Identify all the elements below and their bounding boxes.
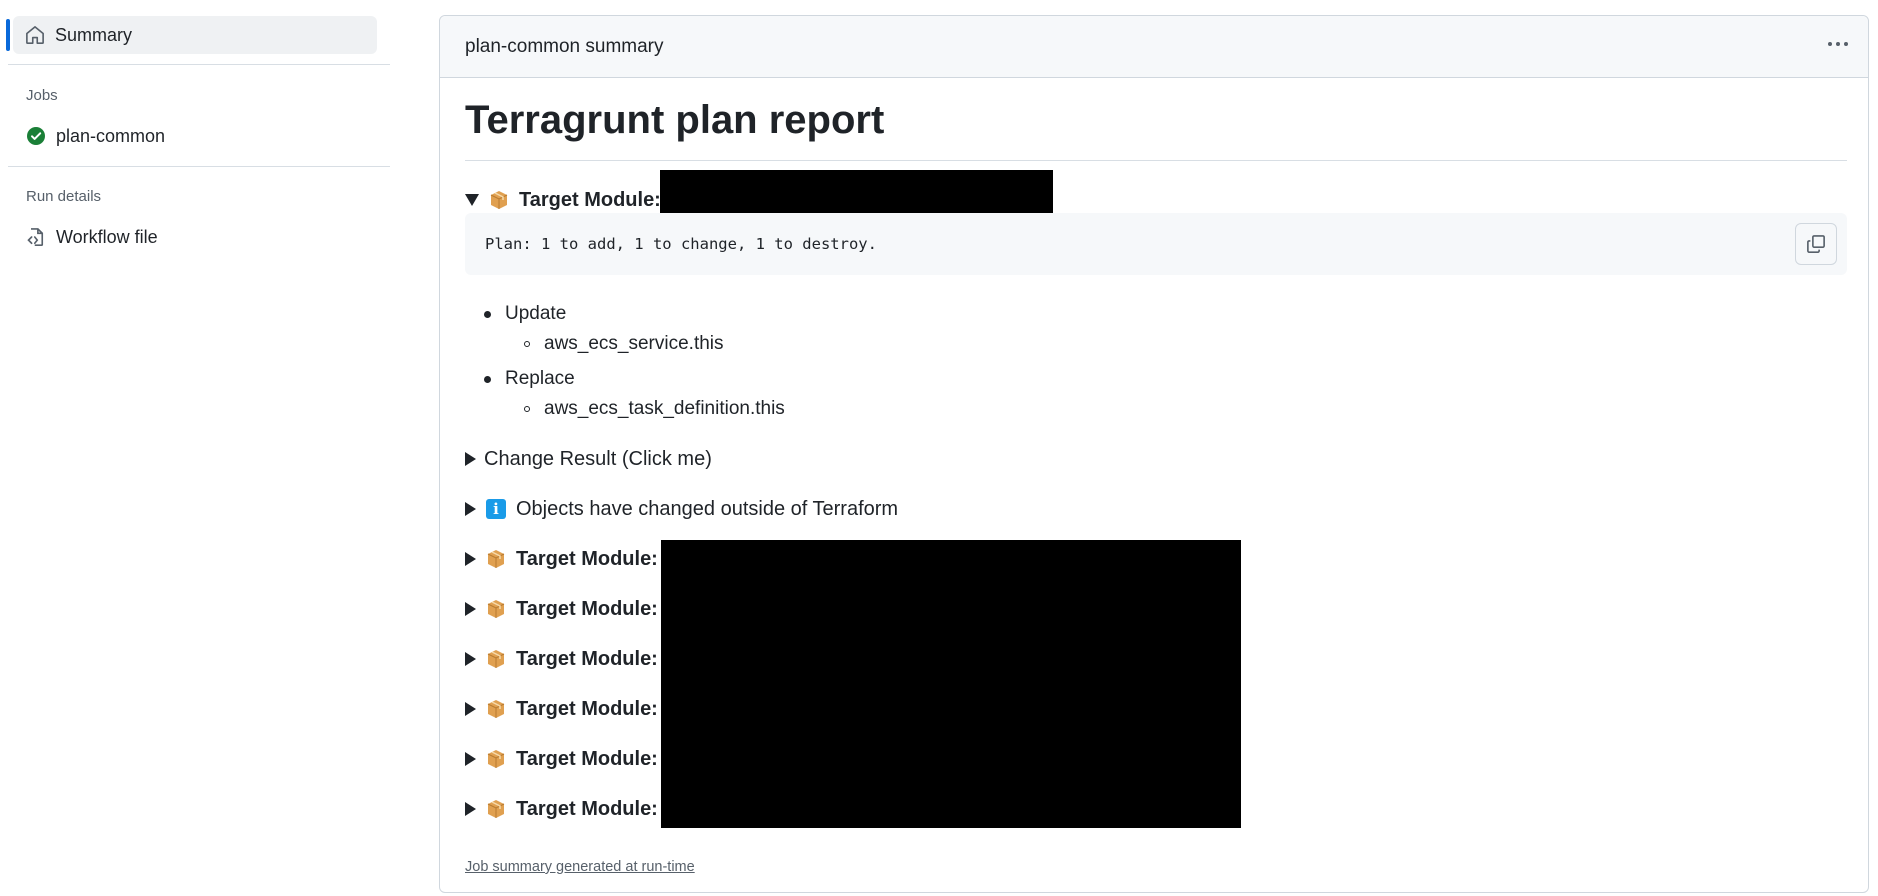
sidebar-item-label: Workflow file (56, 226, 158, 247)
triangle-right-icon (465, 452, 476, 466)
module-label: Target Module: (516, 547, 658, 570)
change-result-toggle[interactable]: Change Result (Click me) (465, 446, 712, 472)
package-icon (487, 750, 505, 768)
resource-name: aws_ecs_service.this (544, 333, 724, 354)
module-label: Target Module: (516, 597, 658, 620)
triangle-right-icon (465, 552, 476, 566)
list-item: aws_ecs_service.this (524, 333, 724, 355)
sub-bullet (524, 341, 530, 347)
triangle-right-icon (465, 652, 476, 666)
title-divider (465, 160, 1847, 161)
module-toggle[interactable]: Target Module: (465, 696, 658, 722)
module-toggle-expanded[interactable]: Target Module: (465, 187, 661, 213)
outside-changes-label: Objects have changed outside of Terrafor… (516, 497, 899, 520)
module-toggle[interactable]: Target Module: (465, 796, 658, 822)
plan-code-block: Plan: 1 to add, 1 to change, 1 to destro… (465, 213, 1847, 275)
module-toggle[interactable]: Target Module: (465, 646, 658, 672)
redacted-module-name (660, 170, 1053, 216)
sidebar-item-summary[interactable]: Summary (6, 16, 377, 54)
jobs-section-title: Jobs (26, 87, 58, 104)
active-indicator (6, 19, 10, 51)
divider (8, 166, 390, 167)
job-summary-link[interactable]: Job summary generated at run-time (465, 859, 695, 875)
triangle-right-icon (465, 702, 476, 716)
redacted-module-names (661, 540, 1241, 828)
card-header: plan-common summary (440, 16, 1868, 78)
check-circle-icon (26, 126, 46, 146)
kebab-horizontal-icon[interactable] (1824, 32, 1852, 56)
module-label: Target Module: (516, 647, 658, 670)
list-item: Update (484, 303, 566, 325)
module-label: Target Module: (516, 747, 658, 770)
divider (8, 64, 390, 65)
module-label: Target Module: (519, 188, 661, 211)
triangle-right-icon (465, 502, 476, 516)
copy-button[interactable] (1795, 223, 1837, 265)
sidebar-item-plan-common[interactable]: plan-common (26, 123, 165, 149)
package-icon (487, 600, 505, 618)
change-action: Replace (505, 368, 575, 389)
bullet (484, 310, 491, 318)
package-icon (487, 800, 505, 818)
report-title: Terragrunt plan report (465, 98, 885, 142)
package-icon (490, 191, 508, 209)
sub-bullet (524, 406, 530, 412)
copy-icon (1807, 235, 1825, 253)
bullet (484, 375, 491, 383)
module-toggle[interactable]: Target Module: (465, 546, 658, 572)
home-icon (25, 25, 45, 45)
run-details-section-title: Run details (26, 188, 102, 205)
change-result-label: Change Result (Click me) (484, 447, 712, 470)
package-icon (487, 550, 505, 568)
summary-card: plan-common summary Terragrunt plan repo… (439, 15, 1869, 893)
job-label: plan-common (56, 125, 166, 146)
change-action: Update (505, 303, 567, 324)
plan-text: Plan: 1 to add, 1 to change, 1 to destro… (485, 235, 877, 253)
resource-name: aws_ecs_task_definition.this (544, 398, 785, 419)
module-toggle[interactable]: Target Module: (465, 596, 658, 622)
module-label: Target Module: (516, 697, 658, 720)
sidebar-item-workflow-file[interactable]: Workflow file (26, 224, 158, 250)
sidebar-item-label: Summary (55, 24, 133, 45)
info-icon: i (486, 499, 506, 519)
triangle-right-icon (465, 752, 476, 766)
triangle-down-icon (465, 194, 479, 206)
module-toggle[interactable]: Target Module: (465, 746, 658, 772)
file-code-icon (26, 227, 46, 247)
triangle-right-icon (465, 602, 476, 616)
triangle-right-icon (465, 802, 476, 816)
card-title: plan-common summary (465, 36, 664, 57)
list-item: Replace (484, 368, 575, 390)
outside-changes-toggle[interactable]: i Objects have changed outside of Terraf… (465, 496, 898, 522)
module-label: Target Module: (516, 797, 658, 820)
list-item: aws_ecs_task_definition.this (524, 398, 785, 420)
package-icon (487, 700, 505, 718)
package-icon (487, 650, 505, 668)
sidebar: Summary Jobs plan-common Run details Wor… (0, 0, 390, 896)
